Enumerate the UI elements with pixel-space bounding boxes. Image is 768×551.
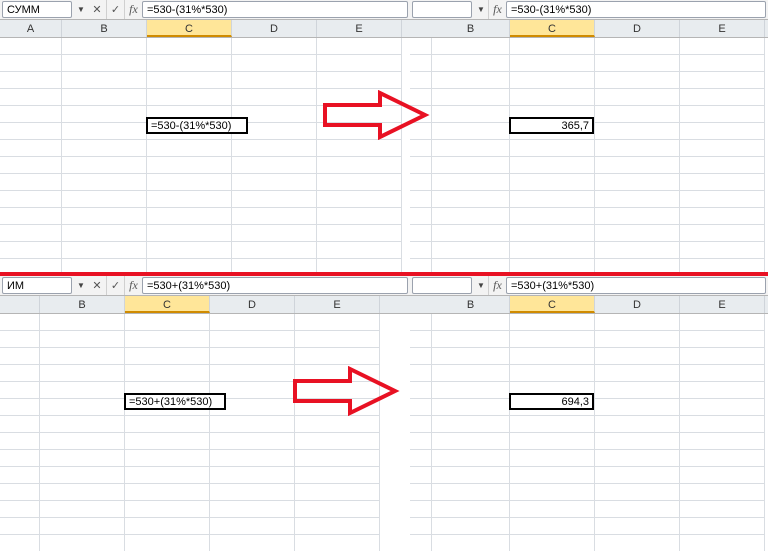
col-header-d[interactable]: D — [210, 296, 295, 313]
enter-icon[interactable]: ✓ — [106, 276, 124, 295]
formula-input[interactable]: =530+(31%*530) — [506, 277, 766, 294]
formula-input[interactable]: =530-(31%*530) — [506, 1, 766, 18]
name-box[interactable] — [412, 1, 472, 18]
name-box-dropdown-icon[interactable]: ▼ — [474, 0, 488, 19]
name-box[interactable] — [412, 277, 472, 294]
col-header-c[interactable]: C — [510, 20, 595, 37]
fx-icon[interactable]: fx — [488, 0, 506, 19]
formula-bar: ИМ ▼ ✕ ✓ fx =530+(31%*530) — [0, 276, 410, 296]
formula-bar: ▼ fx =530+(31%*530) — [410, 276, 768, 296]
grid[interactable]: B C D E 694,3 — [410, 296, 768, 551]
active-cell-result[interactable]: 694,3 — [509, 393, 594, 410]
col-header-e[interactable]: E — [680, 296, 765, 313]
col-header-c[interactable]: C — [147, 20, 232, 37]
fx-icon[interactable]: fx — [124, 0, 142, 19]
active-cell-editing[interactable]: =530+(31%*530) — [124, 393, 226, 410]
name-box-dropdown-icon[interactable]: ▼ — [474, 276, 488, 295]
col-header-b[interactable]: B — [62, 20, 147, 37]
col-header-d[interactable]: D — [232, 20, 317, 37]
col-header-c[interactable]: C — [510, 296, 595, 313]
col-header-d[interactable]: D — [595, 20, 680, 37]
column-headers: A B C D E — [0, 20, 410, 38]
fx-icon[interactable]: fx — [488, 276, 506, 295]
col-header-e[interactable]: E — [317, 20, 402, 37]
fx-icon[interactable]: fx — [124, 276, 142, 295]
col-header-e[interactable]: E — [680, 20, 765, 37]
name-box[interactable]: СУММ — [2, 1, 72, 18]
formula-input[interactable]: =530-(31%*530) — [142, 1, 408, 18]
col-header-c[interactable]: C — [125, 296, 210, 313]
active-cell-editing[interactable]: =530-(31%*530) — [146, 117, 248, 134]
col-header-e[interactable]: E — [295, 296, 380, 313]
col-header-a[interactable] — [0, 296, 40, 313]
grid[interactable]: B C D E 365,7 — [410, 20, 768, 275]
formula-bar: СУММ ▼ ✕ ✓ fx =530-(31%*530) — [0, 0, 410, 20]
enter-icon[interactable]: ✓ — [106, 0, 124, 19]
column-headers: B C D E — [410, 296, 768, 314]
pane-top-right: ▼ fx =530-(31%*530) B C D E — [410, 0, 768, 275]
col-header-d[interactable]: D — [595, 296, 680, 313]
column-headers: B C D E — [410, 20, 768, 38]
pane-bottom-left: ИМ ▼ ✕ ✓ fx =530+(31%*530) B C D E — [0, 276, 410, 551]
col-header-b[interactable]: B — [432, 296, 510, 313]
col-header-b[interactable]: B — [40, 296, 125, 313]
column-headers: B C D E — [0, 296, 410, 314]
col-header-b[interactable]: B — [432, 20, 510, 37]
col-header-a[interactable]: A — [0, 20, 62, 37]
pane-top-left: СУММ ▼ ✕ ✓ fx =530-(31%*530) A B C D E — [0, 0, 410, 275]
formula-bar: ▼ fx =530-(31%*530) — [410, 0, 768, 20]
grid[interactable]: B C D E =530+(31%*530) — [0, 296, 410, 551]
grid[interactable]: A B C D E — [0, 20, 410, 275]
cancel-icon[interactable]: ✕ — [88, 276, 106, 295]
name-box-dropdown-icon[interactable]: ▼ — [74, 276, 88, 295]
name-box-dropdown-icon[interactable]: ▼ — [74, 0, 88, 19]
active-cell-result[interactable]: 365,7 — [509, 117, 594, 134]
formula-input[interactable]: =530+(31%*530) — [142, 277, 408, 294]
name-box[interactable]: ИМ — [2, 277, 72, 294]
pane-bottom-right: ▼ fx =530+(31%*530) B C D E — [410, 276, 768, 551]
cancel-icon[interactable]: ✕ — [88, 0, 106, 19]
